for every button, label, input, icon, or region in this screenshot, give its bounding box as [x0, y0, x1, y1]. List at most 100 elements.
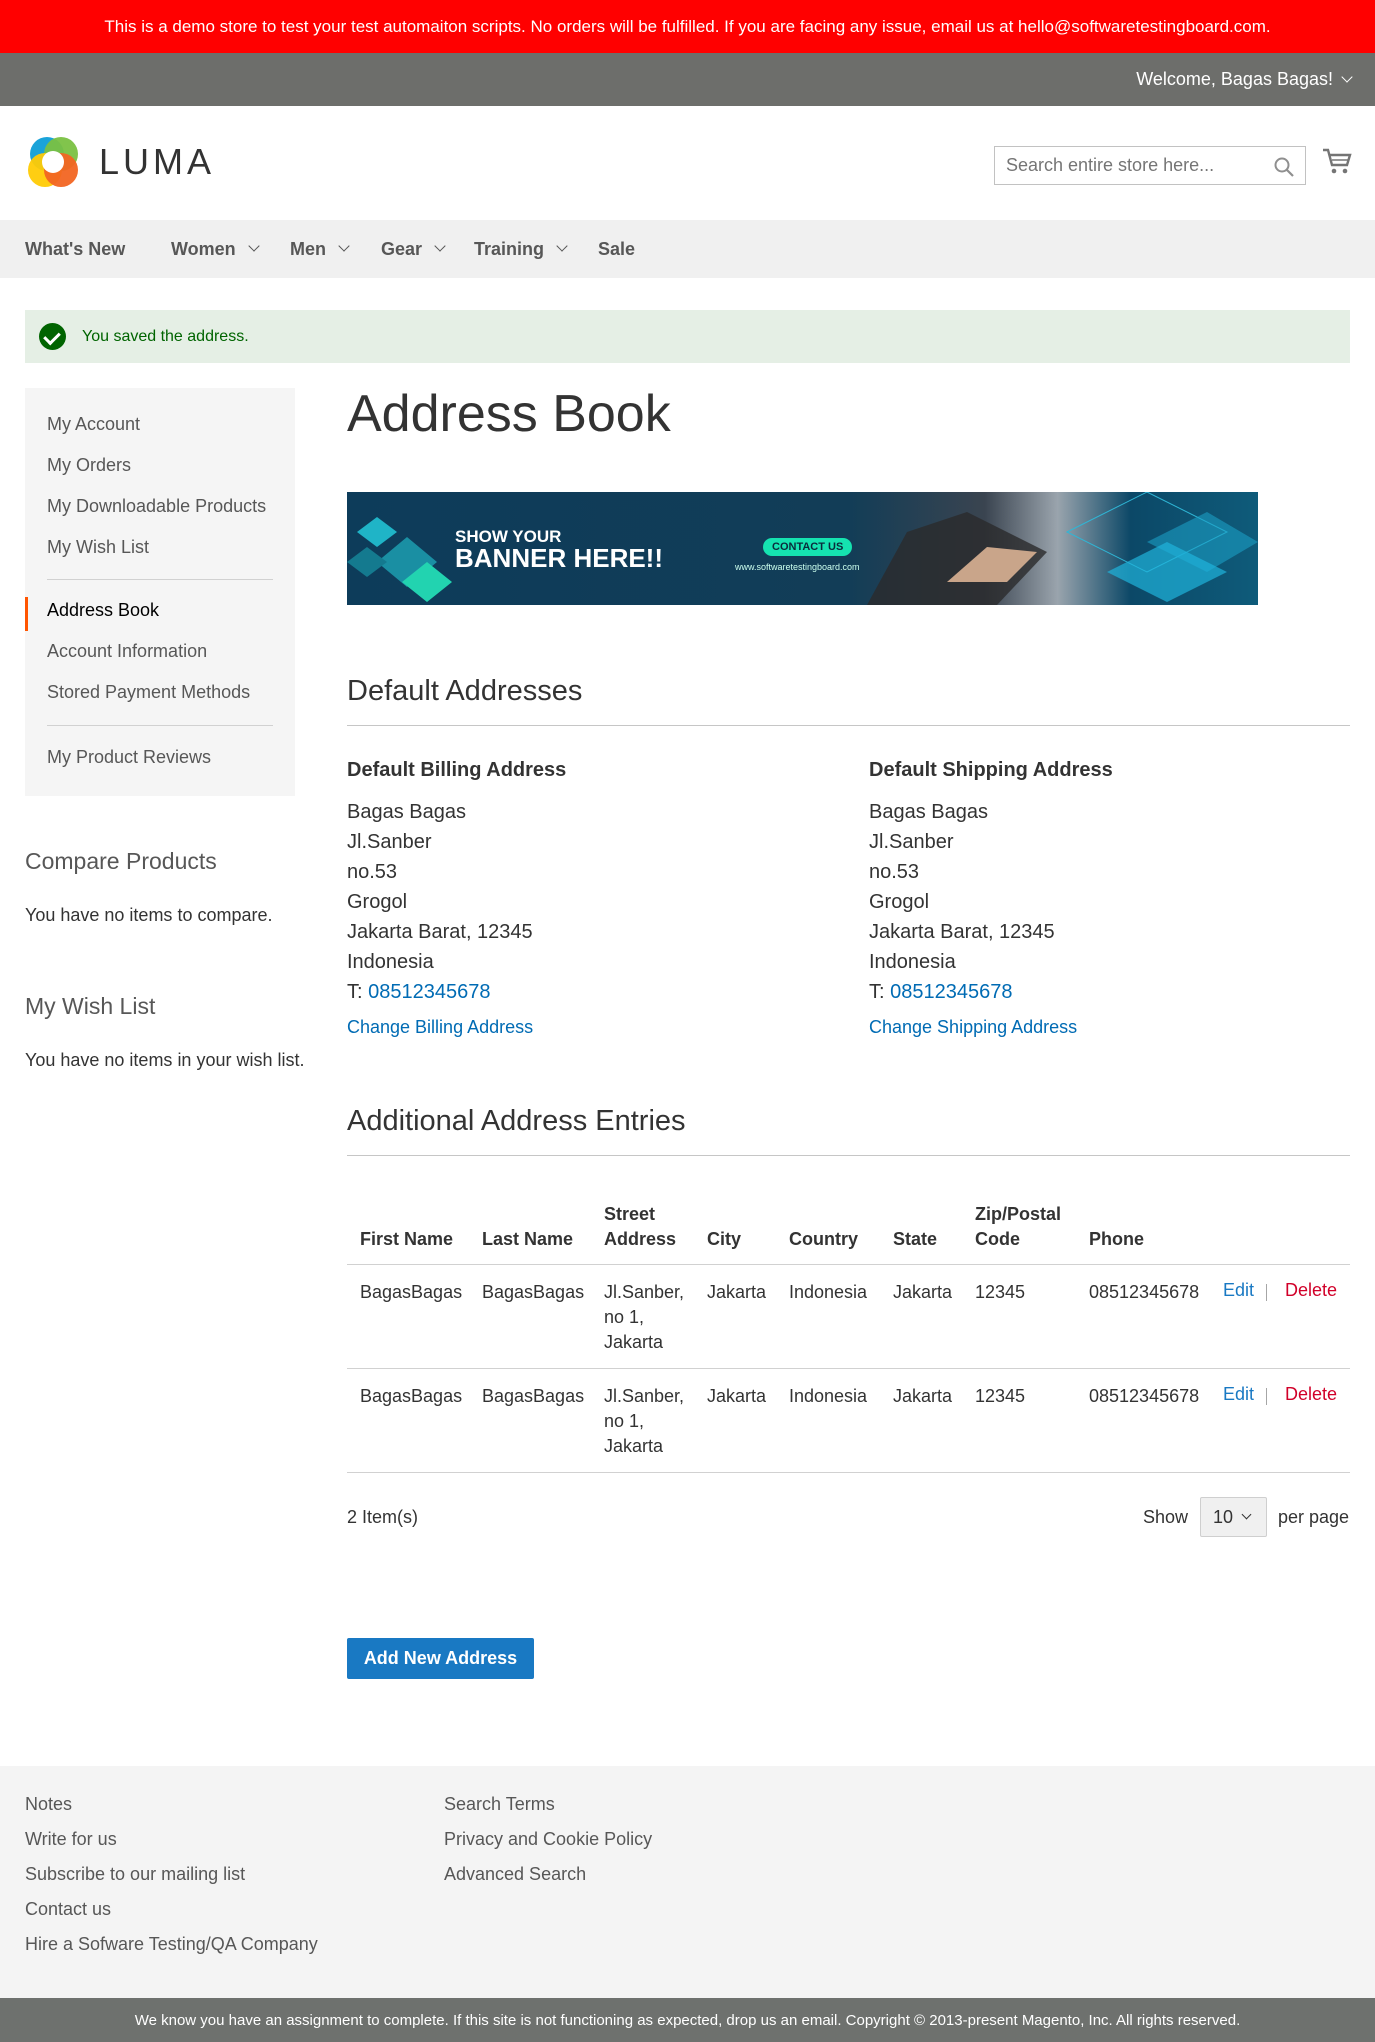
demo-notice-bar: This is a demo store to test your test a…: [0, 0, 1375, 53]
nav-label: Training: [474, 238, 545, 259]
chevron-down-icon: [248, 240, 260, 252]
per-page-select[interactable]: 10: [1200, 1497, 1267, 1537]
section-divider: [347, 725, 1350, 726]
shipping-city-zip: Jakarta Barat, 12345: [869, 921, 1055, 943]
chevron-down-icon: [434, 240, 446, 252]
cell-phone: 08512345678: [1089, 1386, 1200, 1406]
cell-state: Jakarta: [893, 1282, 953, 1302]
cell-first-name: BagasBagas: [360, 1282, 463, 1302]
footer-link-write-for-us[interactable]: Write for us: [25, 1829, 117, 1850]
cell-street-line: no 1,: [604, 1307, 645, 1327]
action-separator: [1266, 1388, 1267, 1405]
cell-country: Indonesia: [789, 1282, 868, 1302]
nav-label: What's New: [25, 238, 126, 259]
edit-address-link[interactable]: Edit: [1223, 1384, 1254, 1405]
th-country: Country: [789, 1229, 858, 1249]
success-message: You saved the address.: [25, 310, 1350, 363]
limiter-per-page-label: per page: [1278, 1507, 1350, 1527]
footer-link-subscribe[interactable]: Subscribe to our mailing list: [25, 1864, 245, 1885]
footer-link-notes[interactable]: Notes: [25, 1794, 72, 1815]
account-nav: My Account My Orders My Downloadable Pro…: [25, 388, 295, 796]
nav-men[interactable]: Men: [290, 220, 350, 278]
banner-contact-button: CONTACT US: [763, 538, 853, 556]
search-input[interactable]: [1006, 155, 1266, 176]
nav-label: Sale: [598, 238, 636, 259]
th-street-address: Street Address: [604, 1204, 677, 1249]
item-count: 2 Item(s): [347, 1507, 419, 1527]
page-title: Address Book: [347, 385, 671, 443]
sidebar-item-stored-payment-methods[interactable]: Stored Payment Methods: [47, 682, 250, 703]
cell-zip: 12345: [975, 1386, 1026, 1406]
sidebar-item-my-orders[interactable]: My Orders: [47, 455, 131, 476]
cell-city: Jakarta: [707, 1386, 767, 1406]
th-zip: Zip/Postal Code: [975, 1204, 1062, 1249]
welcome-text: Welcome, Bagas Bagas!: [1136, 69, 1333, 89]
cell-street-line: no 1,: [604, 1411, 645, 1431]
billing-phone-link[interactable]: 08512345678: [368, 981, 490, 1003]
billing-phone-row: T: 08512345678: [347, 981, 490, 1004]
footer-link-contact-us[interactable]: Contact us: [25, 1899, 111, 1920]
shipping-phone-link[interactable]: 08512345678: [890, 981, 1012, 1003]
nav-whats-new[interactable]: What's New: [25, 220, 125, 278]
shipping-street-1: Jl.Sanber: [869, 831, 954, 853]
delete-address-link[interactable]: Delete: [1285, 1384, 1337, 1405]
sidebar-item-downloadable-products[interactable]: My Downloadable Products: [47, 496, 266, 517]
footer-link-advanced-search[interactable]: Advanced Search: [444, 1864, 586, 1885]
cell-city: Jakarta: [707, 1282, 767, 1302]
th-state: State: [893, 1229, 938, 1249]
divider: [47, 725, 273, 726]
shipping-phone-row: T: 08512345678: [869, 981, 1012, 1004]
footer-link-privacy[interactable]: Privacy and Cookie Policy: [444, 1829, 652, 1850]
promo-banner[interactable]: SHOW YOUR BANNER HERE!! CONTACT US www.s…: [347, 492, 1258, 605]
per-page-value: 10: [1213, 1506, 1234, 1527]
nav-women[interactable]: Women: [171, 220, 260, 278]
default-addresses-title: Default Addresses: [347, 675, 583, 707]
cell-street-line: Jl.Sanber,: [604, 1282, 685, 1302]
search-icon[interactable]: [1273, 156, 1295, 178]
add-new-address-button[interactable]: Add New Address: [347, 1638, 534, 1679]
nav-training[interactable]: Training: [474, 220, 568, 278]
copyright-text: We know you have an assignment to comple…: [134, 2011, 1241, 2029]
billing-address-title: Default Billing Address: [347, 759, 567, 781]
delete-address-link[interactable]: Delete: [1285, 1280, 1337, 1301]
chevron-down-icon: [556, 240, 568, 252]
cell-last-name: BagasBagas: [482, 1282, 585, 1302]
billing-country: Indonesia: [347, 951, 434, 973]
nav-gear[interactable]: Gear: [381, 220, 446, 278]
luma-logo-icon: [28, 137, 78, 187]
compare-products-title: Compare Products: [25, 848, 217, 874]
sidebar-item-product-reviews[interactable]: My Product Reviews: [47, 747, 211, 768]
chevron-down-icon: [1341, 70, 1353, 83]
section-divider: [347, 1155, 1350, 1156]
shipping-name: Bagas Bagas: [869, 801, 988, 823]
success-message-text: You saved the address.: [82, 327, 249, 345]
change-billing-address-link[interactable]: Change Billing Address: [347, 1017, 533, 1038]
sidebar-item-my-account[interactable]: My Account: [47, 414, 140, 435]
nav-label: Gear: [381, 238, 423, 259]
sidebar-item-account-information[interactable]: Account Information: [47, 641, 207, 662]
sidebar-item-wish-list[interactable]: My Wish List: [47, 537, 149, 558]
cart-icon[interactable]: [1322, 146, 1352, 176]
action-separator: [1266, 1284, 1267, 1301]
footer-link-hire[interactable]: Hire a Sofware Testing/QA Company: [25, 1934, 318, 1955]
nav-sale[interactable]: Sale: [598, 220, 635, 278]
cell-state: Jakarta: [893, 1386, 953, 1406]
th-first-name: First Name: [360, 1229, 454, 1249]
chevron-down-icon: [338, 240, 350, 252]
logo[interactable]: LUMA: [25, 134, 215, 190]
customer-menu-toggle[interactable]: Welcome, Bagas Bagas!: [1136, 53, 1353, 106]
cell-phone: 08512345678: [1089, 1282, 1200, 1302]
banner-url: www.softwaretestingboard.com: [735, 562, 860, 572]
wishlist-title: My Wish List: [25, 993, 156, 1019]
nav-label: Women: [171, 238, 236, 259]
footer-link-search-terms[interactable]: Search Terms: [444, 1794, 555, 1815]
cell-street-line: Jakarta: [604, 1436, 664, 1456]
edit-address-link[interactable]: Edit: [1223, 1280, 1254, 1301]
change-shipping-address-link[interactable]: Change Shipping Address: [869, 1017, 1077, 1038]
limiter-show-label: Show: [1143, 1507, 1189, 1527]
billing-street-2: no.53: [347, 861, 398, 883]
cell-street-line: Jakarta: [604, 1332, 664, 1352]
additional-addresses-title: Additional Address Entries: [347, 1105, 686, 1137]
cell-country: Indonesia: [789, 1386, 868, 1406]
table-divider: [347, 1472, 1350, 1473]
